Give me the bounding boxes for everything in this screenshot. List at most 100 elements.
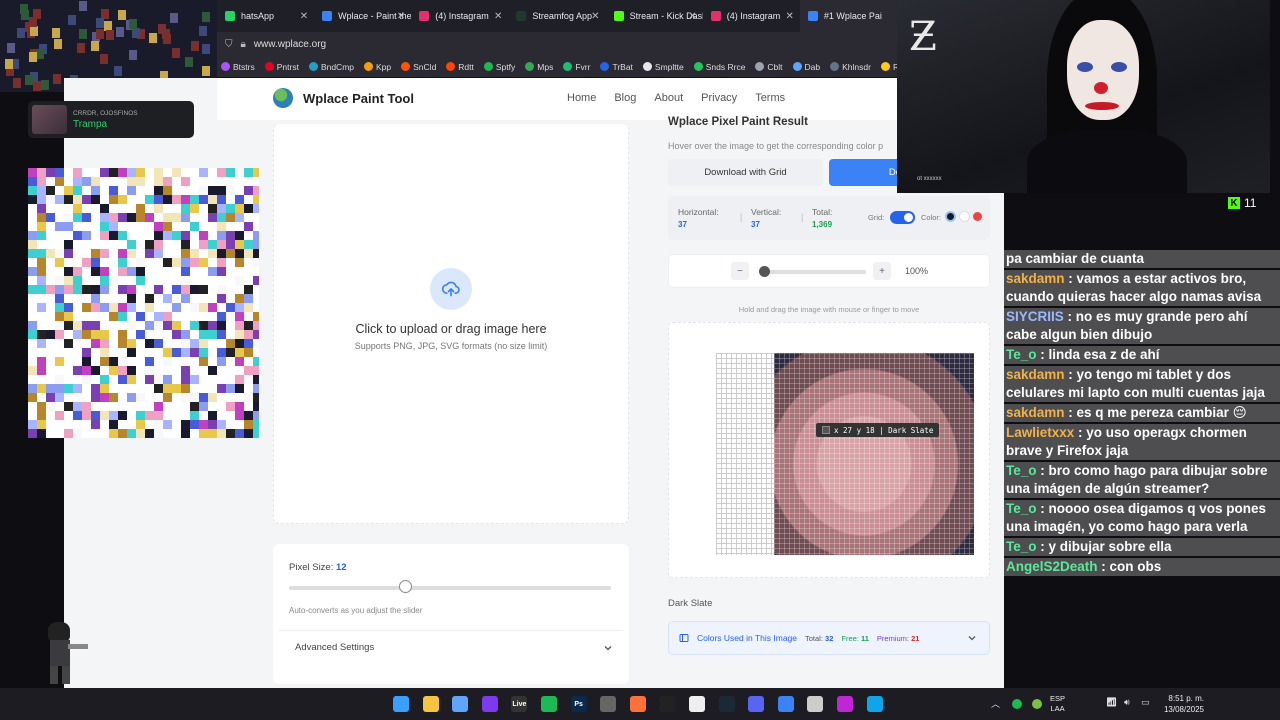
chat-username[interactable]: AngelS2Death bbox=[1006, 559, 1098, 574]
spotify-taskbar-icon[interactable] bbox=[541, 696, 557, 712]
chat-username[interactable]: SIYCRIIS bbox=[1006, 309, 1064, 324]
close-icon[interactable]: ✕ bbox=[785, 11, 793, 22]
battery-icon[interactable]: ▭ bbox=[1141, 697, 1150, 708]
files-taskbar-icon[interactable] bbox=[422, 696, 439, 712]
chat-username[interactable]: sakdamn bbox=[1006, 405, 1065, 420]
chat-username[interactable]: Te_o bbox=[1006, 501, 1037, 516]
grid-color-red[interactable] bbox=[973, 212, 982, 221]
volume-icon[interactable]: 🔊︎ bbox=[1124, 697, 1130, 708]
firefox-taskbar-icon[interactable] bbox=[629, 696, 646, 712]
character-sprite bbox=[30, 620, 90, 685]
bookmark-item[interactable]: Khlnsdr bbox=[830, 62, 871, 72]
app-clock-taskbar-icon[interactable] bbox=[807, 696, 824, 712]
tray-app-icon[interactable] bbox=[1032, 699, 1042, 709]
address-bar[interactable]: ⛉ 🔒︎ www.wplace.org bbox=[217, 32, 897, 56]
bookmark-item[interactable]: BndCmp bbox=[308, 62, 354, 72]
steam-taskbar-icon[interactable] bbox=[718, 696, 735, 712]
bookmark-item[interactable]: Mps bbox=[525, 62, 553, 72]
bookmark-item[interactable]: SnCld bbox=[401, 62, 436, 72]
browser-tab[interactable]: (4) Instagram ✕ bbox=[703, 0, 800, 32]
spotify-tray-icon[interactable] bbox=[1012, 699, 1022, 709]
nav-privacy[interactable]: Privacy bbox=[701, 92, 737, 104]
wifi-icon[interactable]: 📶︎ bbox=[1106, 697, 1117, 708]
app-purple-taskbar-icon[interactable] bbox=[481, 696, 498, 712]
bookmark-item[interactable]: Sptfy bbox=[483, 62, 515, 72]
chat-text: pa cambiar de cuanta bbox=[1006, 251, 1145, 266]
app-gray-taskbar-icon[interactable] bbox=[600, 696, 617, 712]
shield-icon: ⛉ bbox=[225, 38, 233, 50]
grid-color-black[interactable] bbox=[945, 211, 956, 222]
advanced-settings-toggle[interactable]: Advanced Settings bbox=[279, 630, 623, 664]
site-brand[interactable]: Wplace Paint Tool bbox=[303, 91, 414, 106]
download-with-grid-button[interactable]: Download with Grid bbox=[668, 159, 823, 186]
bookmark-item[interactable]: TrBat bbox=[600, 62, 633, 72]
close-icon[interactable]: ✕ bbox=[688, 11, 696, 22]
bookmark-item[interactable]: Btstrs bbox=[221, 62, 255, 72]
bookmark-item[interactable]: Rdtt bbox=[446, 62, 474, 72]
grid-color-white[interactable] bbox=[959, 211, 970, 222]
close-icon[interactable]: ✕ bbox=[300, 11, 308, 22]
browser-tab[interactable]: Stream - Kick Dashb✕ bbox=[606, 0, 703, 32]
browser-tab[interactable]: #1 Wplace Pai bbox=[799, 0, 897, 32]
bookmark-item[interactable]: Snds Rrce bbox=[693, 62, 745, 72]
colors-used-accordion[interactable]: Colors Used in This Image Total: 32 Free… bbox=[668, 621, 990, 655]
browser-tab[interactable]: Streamfog App ✕ bbox=[508, 0, 605, 32]
zoom-slider-thumb[interactable] bbox=[759, 266, 770, 277]
bookmark-item[interactable]: Smpltte bbox=[642, 62, 684, 72]
app-white-taskbar-icon[interactable] bbox=[689, 696, 705, 712]
url-text[interactable]: www.wplace.org bbox=[254, 39, 326, 50]
grid-toggle[interactable] bbox=[890, 211, 915, 224]
browser-tab[interactable]: (4) Instagram ✕ bbox=[411, 0, 508, 32]
nav-home[interactable]: Home bbox=[567, 92, 596, 104]
nav-about[interactable]: About bbox=[654, 92, 683, 104]
nav-blog[interactable]: Blog bbox=[614, 92, 636, 104]
chat-username[interactable]: Lawlietxxx bbox=[1006, 425, 1074, 440]
app-dark-taskbar-icon[interactable] bbox=[659, 696, 676, 712]
chat-username[interactable]: sakdamn bbox=[1006, 367, 1065, 382]
chat-username[interactable]: Te_o bbox=[1006, 347, 1037, 362]
app-magenta-taskbar-icon[interactable] bbox=[837, 696, 853, 712]
windows-taskbar-icon[interactable] bbox=[393, 696, 409, 712]
nav-terms[interactable]: Terms bbox=[755, 92, 785, 104]
edge-taskbar-icon[interactable] bbox=[866, 696, 883, 712]
notepad-taskbar-icon[interactable] bbox=[452, 696, 469, 712]
color-tooltip: x 27 y 18 | Dark Slate bbox=[816, 423, 940, 437]
tray-overflow-icon[interactable]: ︿ bbox=[991, 697, 1000, 710]
bookmark-item[interactable]: Kpp bbox=[364, 62, 391, 72]
chat-username[interactable]: Te_o bbox=[1006, 463, 1037, 478]
pixel-preview-card: x 27 y 18 | Dark Slate bbox=[668, 322, 990, 578]
discord-taskbar-icon[interactable] bbox=[748, 696, 765, 712]
chat-text: : es q me pereza cambiar 😔 bbox=[1064, 405, 1247, 420]
chat-message: Te_o : noooo osea digamos q vos pones un… bbox=[1004, 500, 1280, 536]
chat-username[interactable]: Te_o bbox=[1006, 539, 1037, 554]
pixel-size-label: Pixel Size: 12 bbox=[289, 562, 347, 573]
chat-message: sakdamn : yo tengo mi tablet y dos celul… bbox=[1004, 366, 1280, 402]
bookmark-item[interactable]: Fvrr bbox=[563, 62, 590, 72]
pixel-size-slider[interactable] bbox=[289, 586, 611, 590]
bookmark-item[interactable]: Pntrst bbox=[264, 62, 299, 72]
close-icon[interactable]: ✕ bbox=[397, 11, 405, 22]
bookmark-favicon-icon bbox=[221, 62, 230, 71]
photoshop-taskbar-icon[interactable]: Ps bbox=[570, 696, 587, 712]
input-language[interactable]: ESP LAA bbox=[1050, 694, 1065, 714]
browser-tab[interactable]: hatsApp ✕ bbox=[217, 0, 314, 32]
pixel-preview-canvas[interactable]: x 27 y 18 | Dark Slate bbox=[716, 353, 974, 555]
bookmark-label: Rdtt bbox=[458, 61, 474, 72]
pixel-size-slider-thumb[interactable] bbox=[398, 580, 412, 593]
zoom-out-button[interactable]: − bbox=[731, 262, 749, 280]
browser-tab[interactable]: Wplace - Paint the ✕ bbox=[314, 0, 411, 32]
upload-dropzone[interactable]: Click to upload or drag image here Suppo… bbox=[273, 124, 629, 524]
bookmark-item[interactable]: Dab bbox=[792, 62, 820, 72]
chat-username[interactable]: sakdamn bbox=[1006, 271, 1065, 286]
chevron-down-icon bbox=[968, 636, 976, 641]
zoom-slider[interactable] bbox=[766, 270, 866, 274]
app-blue-taskbar-icon[interactable] bbox=[777, 696, 794, 712]
clock[interactable]: 8:51 p. m. 13/08/2025 bbox=[1160, 693, 1204, 715]
lock-icon: 🔒︎ bbox=[240, 38, 246, 50]
live-taskbar-icon[interactable]: Live bbox=[511, 696, 528, 712]
zoom-in-button[interactable]: + bbox=[873, 262, 891, 280]
globe-logo-icon[interactable] bbox=[273, 88, 293, 108]
bookmark-item[interactable]: Cblt bbox=[755, 62, 783, 72]
close-icon[interactable]: ✕ bbox=[494, 11, 502, 22]
close-icon[interactable]: ✕ bbox=[591, 11, 599, 22]
